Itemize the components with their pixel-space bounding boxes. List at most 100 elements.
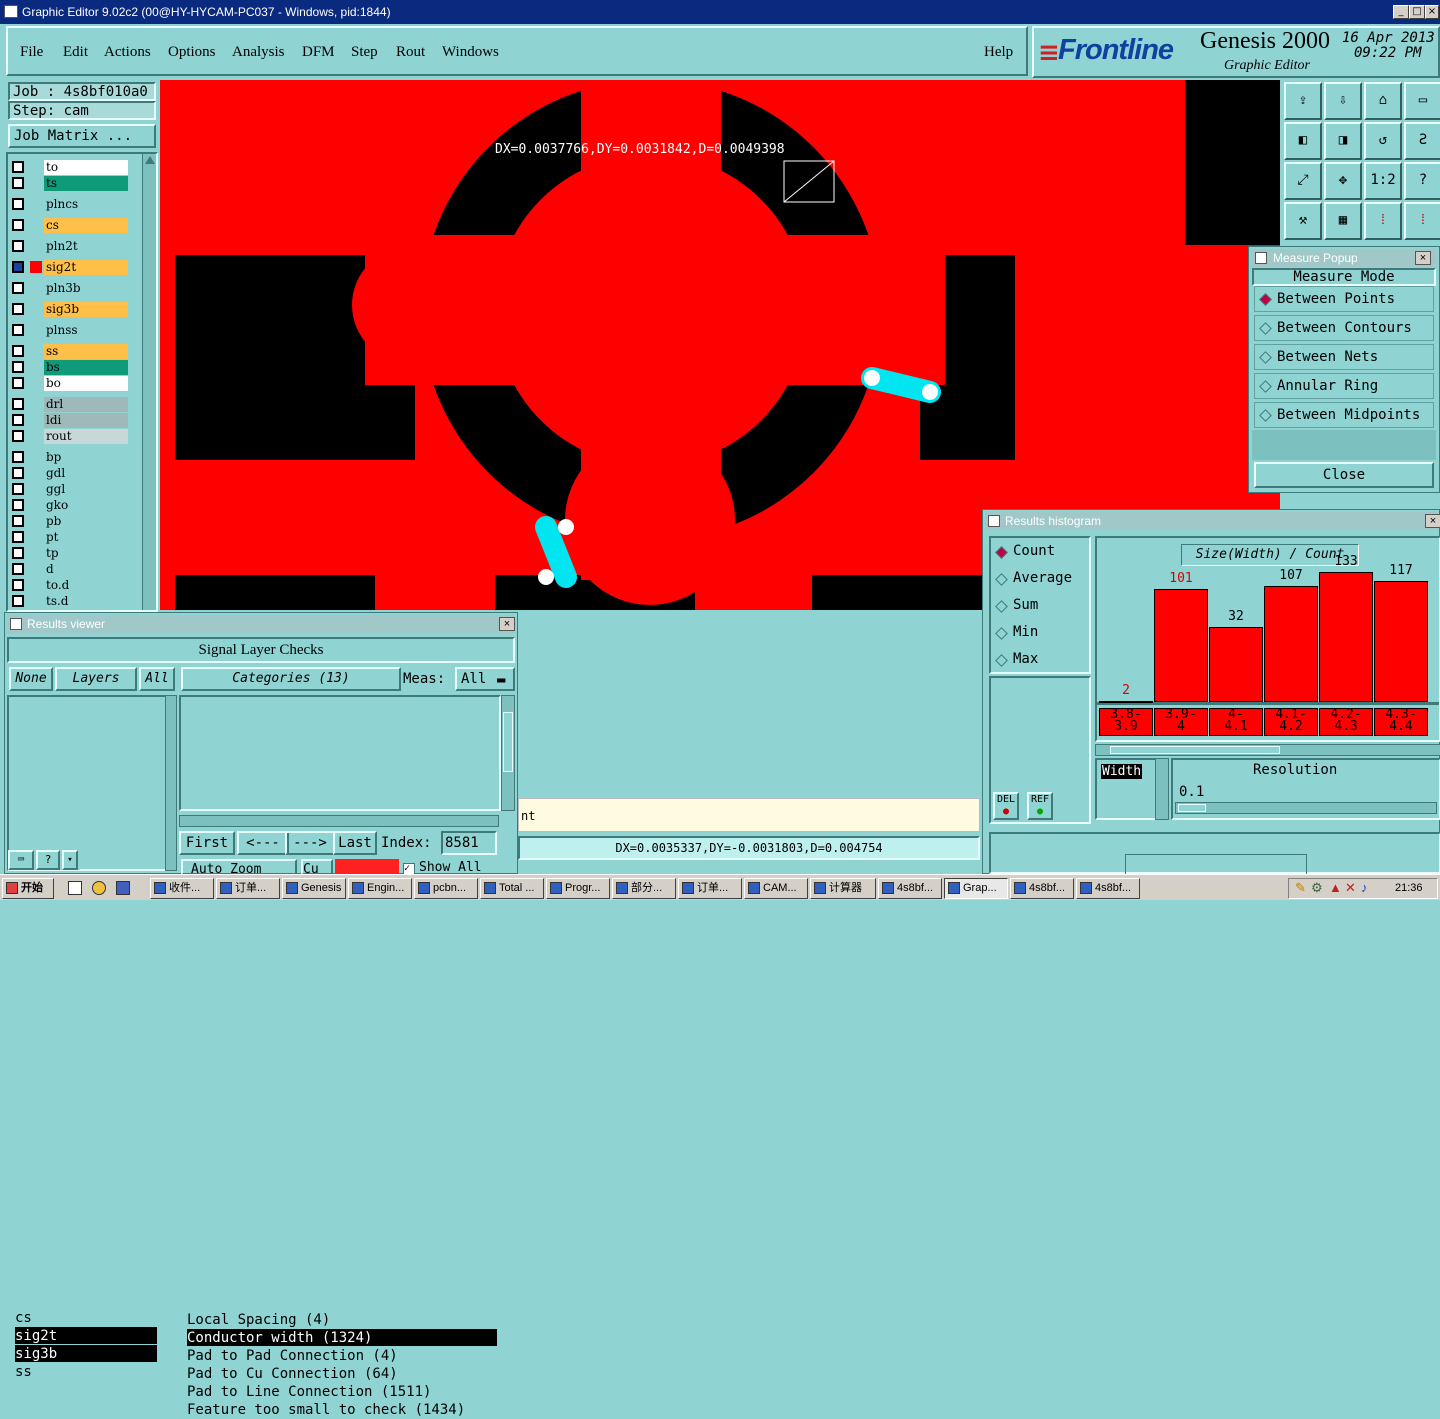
layer-name[interactable]: pln3b: [44, 281, 128, 296]
menu-step[interactable]: Step: [351, 44, 378, 61]
layer-row-d[interactable]: d: [10, 562, 128, 577]
taskbar-item[interactable]: Engin...: [348, 878, 412, 899]
layer-checkbox[interactable]: [12, 467, 24, 479]
layer-checkbox[interactable]: [12, 345, 24, 357]
taskbar-item[interactable]: Total ...: [480, 878, 544, 899]
layer-name[interactable]: drl: [44, 397, 128, 412]
layer-checkbox[interactable]: [12, 282, 24, 294]
pan-left-icon[interactable]: ◧: [1284, 122, 1322, 160]
taskbar-item[interactable]: 订单...: [678, 878, 742, 899]
auto-zoom-button[interactable]: Auto Zoom: [181, 859, 297, 875]
del-button[interactable]: DEL ●: [993, 792, 1019, 820]
layer-name[interactable]: pt: [44, 530, 128, 545]
layer-row-plncs[interactable]: plncs: [10, 197, 128, 212]
menu-rout[interactable]: Rout: [396, 44, 425, 61]
layer-row-bs[interactable]: bs: [10, 360, 128, 375]
measure-option-1[interactable]: Between Contours: [1254, 315, 1434, 341]
layer-checkbox[interactable]: [12, 563, 24, 575]
field-width[interactable]: Width: [1101, 764, 1143, 779]
start-button[interactable]: 开始: [2, 878, 54, 899]
first-button[interactable]: First: [179, 831, 235, 855]
layer-row-bo[interactable]: bo: [10, 376, 128, 391]
zoom-fit-icon[interactable]: ⤢: [1284, 162, 1322, 200]
layer-name[interactable]: to: [44, 160, 128, 175]
help-icon[interactable]: ?: [1404, 162, 1440, 200]
layer-row-ggl[interactable]: ggl: [10, 482, 128, 497]
layer-name[interactable]: d: [44, 562, 128, 577]
histogram-bar[interactable]: [1154, 589, 1208, 702]
results-viewer-close-icon[interactable]: ×: [499, 617, 515, 631]
layer-row-gdl[interactable]: gdl: [10, 466, 128, 481]
tray-triangle-icon[interactable]: ▲: [1329, 880, 1342, 895]
histogram-mode-count[interactable]: Count: [991, 540, 1087, 562]
taskbar-item[interactable]: Genesis: [282, 878, 346, 899]
maximize-button[interactable]: □: [1409, 5, 1425, 19]
measure-close-button[interactable]: Close: [1254, 462, 1434, 488]
tray-pen-icon[interactable]: ✎: [1295, 880, 1306, 896]
ref-button[interactable]: REF ●: [1027, 792, 1053, 820]
layer-row-rout[interactable]: rout: [10, 429, 128, 444]
layer-name[interactable]: to.d: [44, 578, 128, 593]
layer-row-ts.d[interactable]: ts.d: [10, 594, 128, 609]
panel-icon[interactable]: ▭: [1404, 82, 1440, 120]
layer-name[interactable]: ldi: [44, 413, 128, 428]
result-layer-item[interactable]: ss: [15, 1363, 157, 1380]
histogram-mode-max[interactable]: Max: [991, 648, 1087, 670]
minimize-button[interactable]: _: [1393, 5, 1409, 19]
measure-option-4[interactable]: Between Midpoints: [1254, 402, 1434, 428]
taskbar-item[interactable]: 部分...: [612, 878, 676, 899]
histogram-bar[interactable]: [1319, 572, 1373, 702]
layer-row-sig2t[interactable]: sig2t: [10, 260, 128, 275]
zoom-center-icon[interactable]: ✥: [1324, 162, 1362, 200]
menu-file[interactable]: File: [20, 44, 43, 61]
layer-name[interactable]: ts: [44, 176, 128, 191]
layer-name[interactable]: rout: [44, 429, 128, 444]
measure-option-2[interactable]: Between Nets: [1254, 344, 1434, 370]
layer-name[interactable]: plnss: [44, 323, 128, 338]
layer-row-to[interactable]: to: [10, 160, 128, 175]
next-button[interactable]: --->: [285, 831, 335, 855]
step-up-icon[interactable]: ⇪: [1284, 82, 1322, 120]
layer-name[interactable]: tp: [44, 546, 128, 561]
layer-row-ts[interactable]: ts: [10, 176, 128, 191]
layer-checkbox[interactable]: [12, 398, 24, 410]
histogram-bar[interactable]: [1264, 586, 1318, 702]
category-item[interactable]: Pad to Line Connection (1511): [187, 1383, 497, 1400]
result-layer-item[interactable]: cs: [15, 1309, 157, 1326]
taskbar-item[interactable]: 订单...: [216, 878, 280, 899]
tray-x-icon[interactable]: ✕: [1345, 880, 1356, 896]
layer-name[interactable]: ts.d: [44, 594, 128, 609]
tray-volume-icon[interactable]: ♪: [1361, 880, 1368, 895]
layer-checkbox[interactable]: [12, 499, 24, 511]
category-scrollbar[interactable]: [501, 695, 515, 811]
layer-row-ldi[interactable]: ldi: [10, 413, 128, 428]
undo-zoom-icon[interactable]: ↺: [1364, 122, 1402, 160]
taskbar-item[interactable]: pcbn...: [414, 878, 478, 899]
histogram-mode-min[interactable]: Min: [991, 621, 1087, 643]
layer-pad-icon[interactable]: ⁞: [1404, 202, 1440, 240]
tool-icon[interactable]: ⚒: [1284, 202, 1322, 240]
layer-name[interactable]: bs: [44, 360, 128, 375]
layer-checkbox[interactable]: [12, 261, 24, 273]
layer-checkbox[interactable]: [12, 240, 24, 252]
category-item[interactable]: Pad to Pad Connection (4): [187, 1347, 497, 1364]
layers-button[interactable]: Layers: [55, 667, 137, 691]
prev-button[interactable]: <---: [237, 831, 289, 855]
dropdown-icon[interactable]: ▾: [62, 850, 78, 870]
pan-right-icon[interactable]: ◨: [1324, 122, 1362, 160]
histogram-mode-average[interactable]: Average: [991, 567, 1087, 589]
layer-name[interactable]: sig3b: [44, 302, 128, 317]
layer-checkbox[interactable]: [12, 361, 24, 373]
layer-result-scrollbar[interactable]: [165, 695, 177, 871]
tray-gear-icon[interactable]: ⚙: [1311, 880, 1323, 896]
taskbar-item[interactable]: 收件...: [150, 878, 214, 899]
taskbar-item[interactable]: CAM...: [744, 878, 808, 899]
layer-checkbox[interactable]: [12, 451, 24, 463]
layer-name[interactable]: bo: [44, 376, 128, 391]
taskbar-item[interactable]: 4s8bf...: [1010, 878, 1074, 899]
layer-name[interactable]: gdl: [44, 466, 128, 481]
menu-dfm[interactable]: DFM: [302, 44, 335, 61]
result-layer-item[interactable]: sig2t: [15, 1327, 157, 1344]
layer-name[interactable]: ggl: [44, 482, 128, 497]
histogram-mode-sum[interactable]: Sum: [991, 594, 1087, 616]
